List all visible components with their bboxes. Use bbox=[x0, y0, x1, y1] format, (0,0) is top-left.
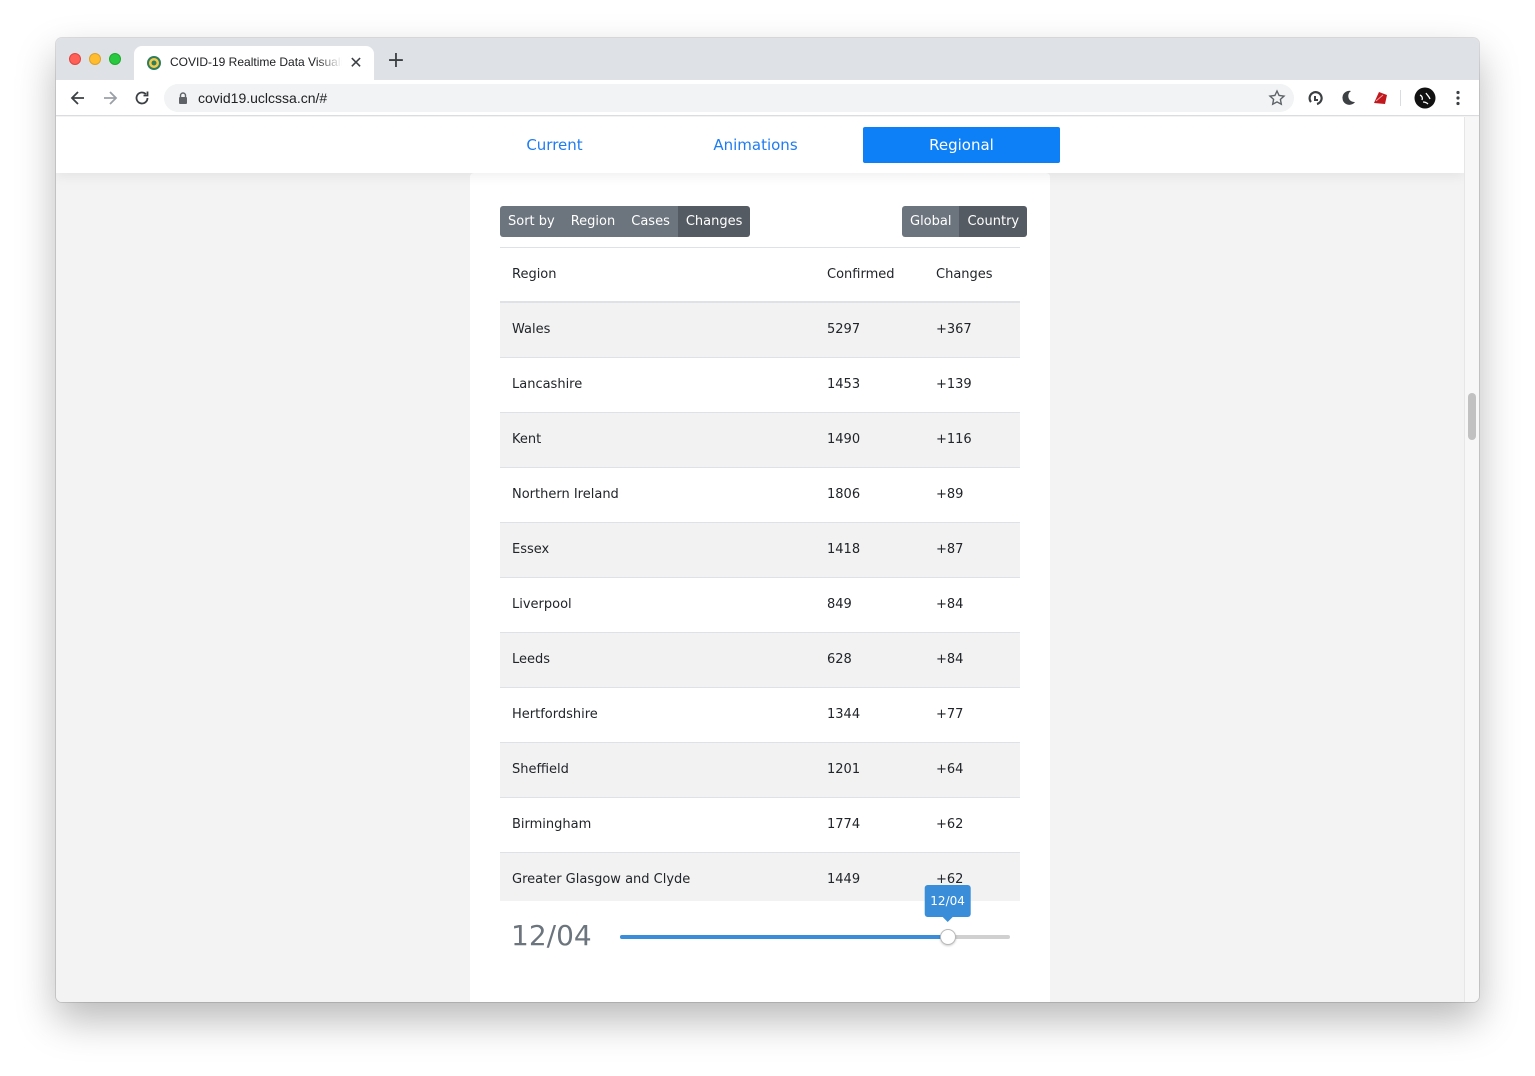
address-bar[interactable]: covid19.uclcssa.cn/# bbox=[164, 84, 1294, 112]
back-arrow-icon[interactable] bbox=[68, 88, 88, 108]
confirmed-cell: 1418 bbox=[827, 542, 861, 557]
table-row: Lancashire 1453 +139 bbox=[500, 358, 1020, 413]
lock-icon bbox=[179, 92, 187, 104]
tab-regional[interactable]: Regional bbox=[863, 127, 1060, 163]
tab-title: COVID-19 Realtime Data Visualization bbox=[170, 55, 342, 69]
table-header: Region Confirmed Changes bbox=[500, 247, 1020, 303]
confirmed-cell: 1774 bbox=[827, 817, 861, 832]
site-favicon-icon bbox=[147, 56, 161, 70]
date-slider-tooltip: 12/04 bbox=[924, 885, 971, 922]
table-row: Sheffield 1201 +64 bbox=[500, 743, 1020, 798]
sort-by-label: Sort by bbox=[500, 206, 563, 237]
tab-animations[interactable]: Animations bbox=[657, 127, 854, 163]
extension-history-icon[interactable] bbox=[1306, 88, 1326, 108]
page-scrollbar[interactable] bbox=[1464, 117, 1479, 1002]
minimize-window-button[interactable] bbox=[89, 53, 101, 65]
regional-card: Sort by Region Cases Changes Global Coun… bbox=[470, 173, 1050, 1002]
changes-cell: +139 bbox=[936, 377, 972, 392]
confirmed-cell: 1344 bbox=[827, 707, 861, 722]
confirmed-cell: 1806 bbox=[827, 487, 861, 502]
table-row: Liverpool 849 +84 bbox=[500, 578, 1020, 633]
scope-button-group: Global Country bbox=[902, 206, 1028, 237]
scope-global-button[interactable]: Global bbox=[902, 206, 960, 237]
scrollbar-thumb[interactable] bbox=[1468, 393, 1476, 440]
changes-cell: +62 bbox=[936, 817, 964, 832]
region-cell: Birmingham bbox=[512, 817, 592, 832]
confirmed-cell: 1201 bbox=[827, 762, 861, 777]
more-menu-icon[interactable] bbox=[1448, 88, 1468, 108]
region-cell: Hertfordshire bbox=[512, 707, 598, 722]
confirmed-cell: 628 bbox=[827, 652, 852, 667]
changes-cell: +64 bbox=[936, 762, 964, 777]
regional-table: Region Confirmed Changes Wales 5297 +367 La… bbox=[500, 247, 1020, 908]
table-body: Wales 5297 +367 Lancashire 1453 +139 Kent 1490 +… bbox=[500, 303, 1020, 908]
table-row: Hertfordshire 1344 +77 bbox=[500, 688, 1020, 743]
changes-cell: +84 bbox=[936, 652, 964, 667]
browser-window: COVID-19 Realtime Data Visualization ✕ +… bbox=[56, 38, 1479, 1002]
current-date-label: 12/04 bbox=[511, 919, 592, 952]
date-slider-area: 12/04 12/04 bbox=[500, 885, 1020, 981]
region-cell: Sheffield bbox=[512, 762, 569, 777]
date-slider-track[interactable]: 12/04 bbox=[620, 885, 1010, 945]
table-row: Northern Ireland 1806 +89 bbox=[500, 468, 1020, 523]
confirmed-cell: 1449 bbox=[827, 872, 861, 887]
region-cell: Wales bbox=[512, 322, 551, 337]
tab-current[interactable]: Current bbox=[456, 127, 653, 163]
bookmark-star-icon[interactable] bbox=[1268, 89, 1286, 107]
scope-country-button[interactable]: Country bbox=[959, 206, 1028, 237]
region-cell: Leeds bbox=[512, 652, 551, 667]
region-cell: Essex bbox=[512, 542, 550, 557]
tab-strip: COVID-19 Realtime Data Visualization ✕ + bbox=[56, 38, 1479, 80]
sort-button-group: Sort by Region Cases Changes bbox=[500, 206, 751, 237]
changes-cell: +116 bbox=[936, 432, 972, 447]
changes-cell: +367 bbox=[936, 322, 972, 337]
url-text: covid19.uclcssa.cn/# bbox=[198, 90, 328, 106]
region-cell: Northern Ireland bbox=[512, 487, 619, 502]
region-cell: Kent bbox=[512, 432, 542, 447]
confirmed-cell: 1490 bbox=[827, 432, 861, 447]
date-slider-handle[interactable] bbox=[939, 929, 956, 945]
toolbar-divider bbox=[1400, 90, 1401, 106]
table-row: Essex 1418 +87 bbox=[500, 523, 1020, 578]
table-row: Birmingham 1774 +62 bbox=[500, 798, 1020, 853]
changes-cell: +77 bbox=[936, 707, 964, 722]
extension-ruby-icon[interactable] bbox=[1370, 88, 1390, 108]
forward-arrow-icon[interactable] bbox=[100, 88, 120, 108]
sort-region-button[interactable]: Region bbox=[562, 206, 624, 237]
region-cell: Lancashire bbox=[512, 377, 583, 392]
changes-cell: +84 bbox=[936, 597, 964, 612]
browser-tab[interactable]: COVID-19 Realtime Data Visualization ✕ bbox=[134, 46, 374, 80]
new-tab-button[interactable]: + bbox=[385, 50, 407, 72]
dark-mode-moon-icon[interactable] bbox=[1338, 88, 1358, 108]
sort-changes-button[interactable]: Changes bbox=[677, 206, 751, 237]
profile-avatar[interactable] bbox=[1414, 87, 1436, 109]
confirmed-cell: 5297 bbox=[827, 322, 861, 337]
page-viewport: Current Animations Regional Sort by Regi… bbox=[56, 117, 1464, 1002]
header-changes[interactable]: Changes bbox=[936, 267, 993, 282]
header-region[interactable]: Region bbox=[512, 267, 557, 282]
maximize-window-button[interactable] bbox=[109, 53, 121, 65]
table-row: Kent 1490 +116 bbox=[500, 413, 1020, 468]
region-cell: Greater Glasgow and Clyde bbox=[512, 872, 691, 887]
changes-cell: +89 bbox=[936, 487, 964, 502]
changes-cell: +87 bbox=[936, 542, 964, 557]
reload-icon[interactable] bbox=[132, 88, 152, 108]
confirmed-cell: 1453 bbox=[827, 377, 861, 392]
top-navigation: Current Animations Regional bbox=[56, 117, 1464, 173]
header-confirmed[interactable]: Confirmed bbox=[827, 267, 895, 282]
sort-cases-button[interactable]: Cases bbox=[623, 206, 678, 237]
table-row: Leeds 628 +84 bbox=[500, 633, 1020, 688]
confirmed-cell: 849 bbox=[827, 597, 852, 612]
table-row: Wales 5297 +367 bbox=[500, 303, 1020, 358]
date-slider-fill bbox=[620, 935, 948, 939]
region-cell: Liverpool bbox=[512, 597, 572, 612]
close-tab-icon[interactable]: ✕ bbox=[347, 54, 365, 72]
browser-toolbar: covid19.uclcssa.cn/# bbox=[56, 80, 1479, 116]
close-window-button[interactable] bbox=[69, 53, 81, 65]
